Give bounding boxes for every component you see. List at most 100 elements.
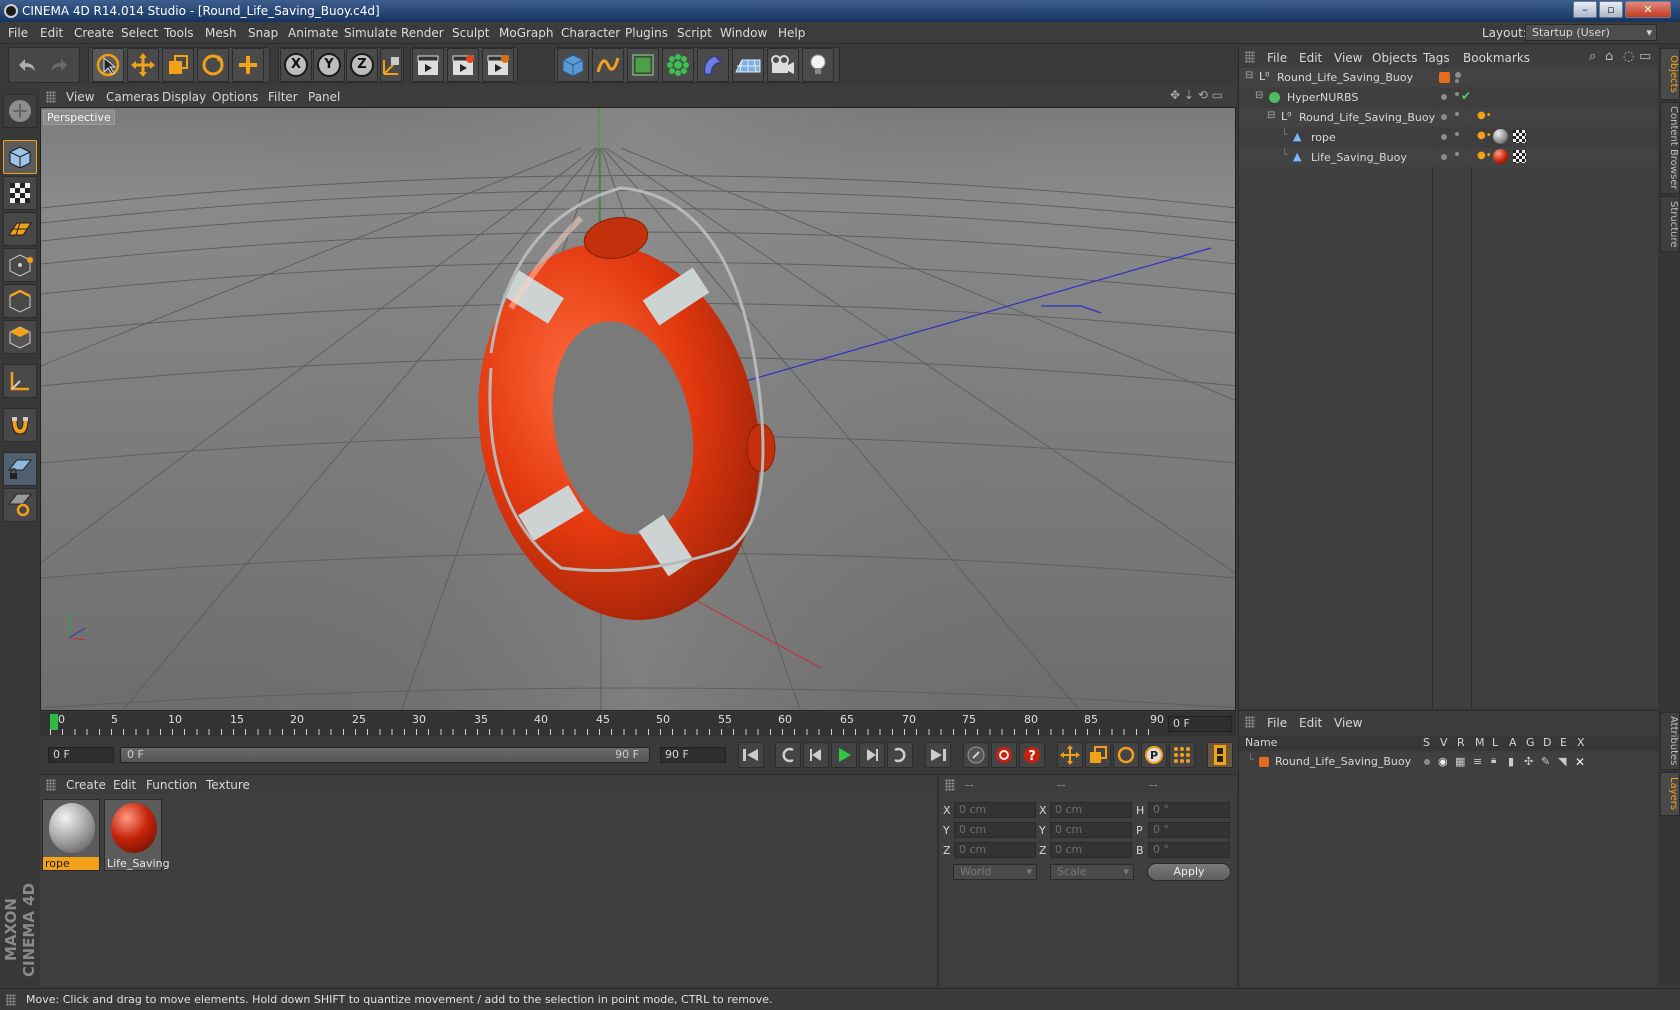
floor-button[interactable] [732, 48, 764, 82]
panel-grip[interactable] [945, 779, 955, 791]
visibility-dot[interactable] [1441, 94, 1447, 100]
light-button[interactable] [802, 48, 834, 82]
viewport-menu-display[interactable]: Display [162, 90, 206, 104]
tab-objects[interactable]: Objects [1660, 48, 1680, 100]
spline-button[interactable] [592, 48, 624, 82]
material-tag-rope-icon[interactable] [1493, 129, 1508, 144]
apply-button[interactable]: Apply [1147, 863, 1231, 881]
expand-panel-icon[interactable]: ▭ [1639, 49, 1651, 64]
menu-snap[interactable]: Snap [248, 26, 278, 40]
viewport-menu-view[interactable]: View [66, 90, 94, 104]
nurbs-button[interactable] [627, 48, 659, 82]
menu-help[interactable]: Help [778, 26, 805, 40]
render-settings-button[interactable] [482, 48, 514, 82]
record-keys-button[interactable] [963, 742, 989, 768]
viewport-navigate-icons[interactable]: ✥ ⇣ ⟲ ▭ [1170, 88, 1223, 102]
phong-tag-icon[interactable]: ●• [1477, 110, 1492, 121]
layout-dropdown[interactable]: Startup (User) ▾ [1525, 24, 1657, 41]
phong-tag-icon[interactable]: ●• [1477, 150, 1492, 161]
menu-tools[interactable]: Tools [164, 26, 194, 40]
workplane-mode-button[interactable] [3, 212, 37, 246]
object-menu-objects[interactable]: Objects [1372, 51, 1417, 65]
coordinate-system-button[interactable] [380, 48, 402, 82]
eye-icon[interactable]: ◉ [1438, 755, 1448, 768]
material-menu-edit[interactable]: Edit [113, 778, 136, 792]
visibility-dot[interactable] [1441, 134, 1447, 140]
y-axis-lock-button[interactable]: Y [313, 48, 345, 82]
lock-icon[interactable]: 🔒︎ [1491, 755, 1496, 766]
object-row[interactable]: └ ▲ rope ●• [1239, 128, 1659, 147]
render-dot[interactable] [1455, 79, 1459, 83]
position-z-field[interactable]: 0 cm [954, 842, 1036, 858]
size-x-field[interactable]: 0 cm [1050, 802, 1132, 818]
cube-object-button[interactable] [557, 48, 589, 82]
playhead[interactable] [50, 714, 58, 730]
menu-render[interactable]: Render [401, 26, 444, 40]
uvw-tag-icon[interactable] [1513, 150, 1526, 163]
redo-button[interactable] [44, 49, 76, 81]
texture-mode-button[interactable] [3, 176, 37, 210]
minimize-button[interactable]: – [1573, 1, 1597, 18]
next-key-button[interactable] [887, 742, 913, 768]
timeline-ruler[interactable]: 0 5 10 15 20 25 30 35 40 45 50 55 60 65 … [40, 712, 1236, 736]
object-row[interactable]: ⊟ L⁰ Round_Life_Saving_Buoy ●• [1239, 108, 1659, 127]
axis-mode-button[interactable] [3, 364, 37, 398]
panel-grip[interactable] [46, 779, 56, 791]
menu-window[interactable]: Window [720, 26, 767, 40]
scale-key-button[interactable] [1085, 742, 1111, 768]
menu-mesh[interactable]: Mesh [205, 26, 237, 40]
animation-film-icon[interactable]: ▮ [1508, 755, 1514, 768]
tab-structure[interactable]: Structure [1660, 196, 1680, 252]
layer-menu-edit[interactable]: Edit [1299, 716, 1322, 730]
z-axis-lock-button[interactable]: Z [346, 48, 378, 82]
uvw-tag-icon[interactable] [1513, 130, 1526, 143]
object-menu-edit[interactable]: Edit [1299, 51, 1322, 65]
menu-file[interactable]: File [8, 26, 28, 40]
rotation-b-field[interactable]: 0 ° [1148, 842, 1230, 858]
deformer-button[interactable] [697, 48, 729, 82]
undo-button[interactable] [10, 49, 42, 81]
render-view-button[interactable] [412, 48, 444, 82]
visibility-dot[interactable] [1441, 154, 1447, 160]
object-menu-tags[interactable]: Tags [1423, 51, 1450, 65]
menu-animate[interactable]: Animate [288, 26, 338, 40]
scale-tool-button[interactable] [162, 48, 194, 82]
viewport-menu-filter[interactable]: Filter [268, 90, 298, 104]
panel-grip[interactable] [46, 91, 56, 103]
viewport-menu-panel[interactable]: Panel [308, 90, 340, 104]
visibility-dot[interactable] [1455, 72, 1461, 78]
object-menu-view[interactable]: View [1334, 51, 1362, 65]
generator-icon[interactable]: ✣ [1524, 755, 1533, 768]
material-menu-texture[interactable]: Texture [206, 778, 250, 792]
tab-content-browser[interactable]: Content Browser [1660, 102, 1680, 194]
x-axis-lock-button[interactable]: X [280, 48, 312, 82]
menu-edit[interactable]: Edit [40, 26, 63, 40]
layer-menu-file[interactable]: File [1267, 716, 1287, 730]
recent-tool-button[interactable] [232, 48, 264, 82]
planar-workplane-button[interactable] [3, 488, 37, 522]
search-icon[interactable]: ⌕ [1589, 49, 1596, 64]
menu-select[interactable]: Select [121, 26, 158, 40]
visibility-dot[interactable] [1441, 114, 1447, 120]
size-mode-dropdown[interactable]: Scale ▾ [1050, 864, 1134, 880]
collapse-icon[interactable]: ⊟ [1245, 70, 1253, 81]
collapse-icon[interactable]: ⊟ [1267, 110, 1275, 121]
editor-dot[interactable] [1455, 132, 1459, 136]
material-tag-life-saving-icon[interactable] [1493, 149, 1508, 164]
object-row[interactable]: ⊟ L⁰ Round_Life_Saving_Buoy [1239, 68, 1659, 87]
material-menu-create[interactable]: Create [66, 778, 106, 792]
goto-end-button[interactable] [925, 742, 951, 768]
object-row[interactable]: └ ▲ Life_Saving_Buoy ●• [1239, 148, 1659, 167]
editor-dot[interactable] [1455, 112, 1459, 116]
tab-layers[interactable]: Layers [1660, 772, 1680, 816]
goto-start-button[interactable] [738, 742, 764, 768]
object-menu-bookmarks[interactable]: Bookmarks [1463, 51, 1530, 65]
move-tool-button[interactable] [127, 48, 159, 82]
coordinate-mode-dropdown[interactable]: World ▾ [953, 864, 1037, 880]
range-slider[interactable]: 0 F 90 F [120, 747, 650, 763]
position-key-button[interactable] [1057, 742, 1083, 768]
camera-button[interactable] [767, 48, 799, 82]
keyframe-selection-button[interactable]: ? [1019, 742, 1045, 768]
rotation-h-field[interactable]: 0 ° [1148, 802, 1230, 818]
live-selection-button[interactable] [92, 48, 124, 82]
